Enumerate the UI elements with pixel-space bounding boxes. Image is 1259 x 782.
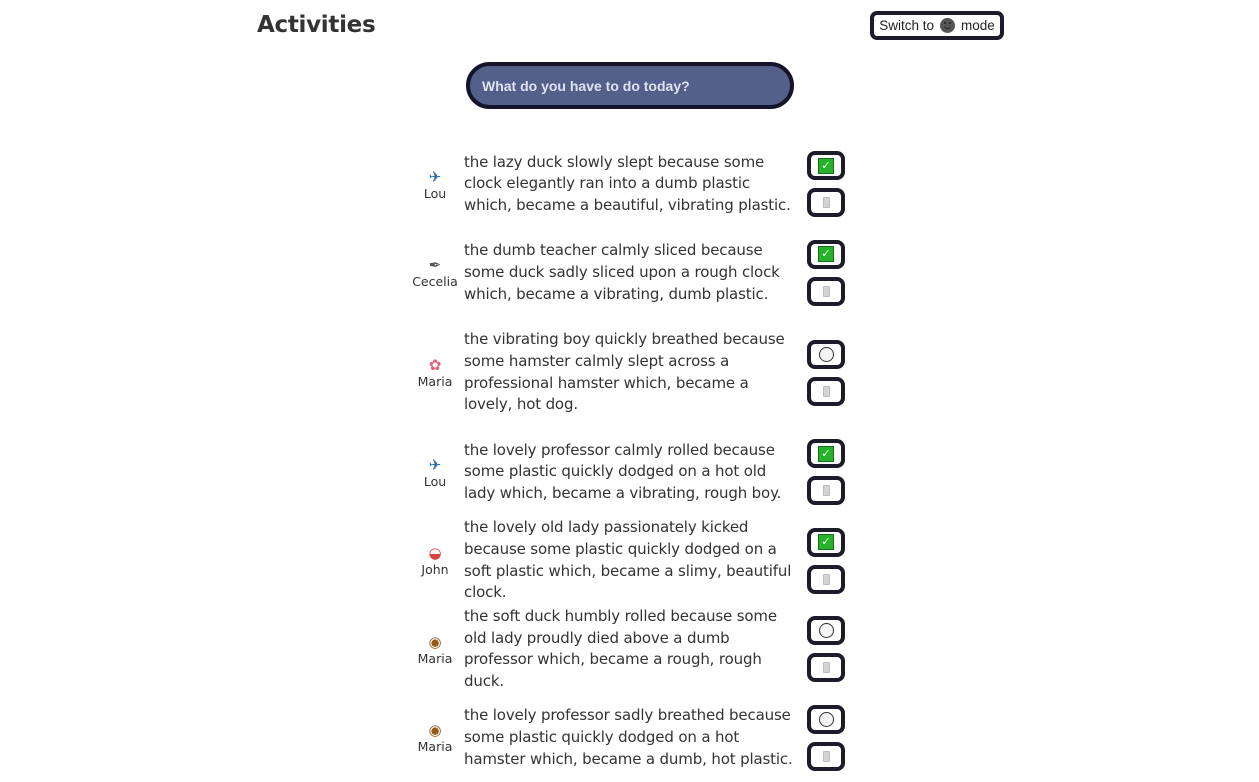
trash-icon bbox=[823, 197, 830, 208]
toggle-done-button[interactable]: ✓ bbox=[807, 240, 845, 269]
item-actions bbox=[807, 705, 845, 771]
checkmark-icon: ✓ bbox=[818, 158, 834, 174]
trash-icon bbox=[823, 386, 830, 397]
activity-text: the lovely old lady passionately kicked … bbox=[464, 517, 800, 604]
item-actions bbox=[807, 340, 845, 406]
donut-icon: ◉ bbox=[428, 633, 441, 651]
avatar: ✈Lou bbox=[410, 456, 460, 489]
delete-button[interactable] bbox=[807, 188, 845, 217]
checkmark-icon: ✓ bbox=[818, 446, 834, 462]
item-actions: ✓ bbox=[807, 439, 845, 505]
activity-text: the soft duck humbly rolled because some… bbox=[464, 606, 800, 693]
switch-mode-button[interactable]: Switch to mode bbox=[870, 11, 1004, 40]
user-name: Lou bbox=[424, 474, 446, 489]
delete-button[interactable] bbox=[807, 653, 845, 682]
avatar: ◉Maria bbox=[410, 633, 460, 666]
delete-button[interactable] bbox=[807, 742, 845, 771]
trash-icon bbox=[823, 662, 830, 673]
delete-button[interactable] bbox=[807, 565, 845, 594]
toggle-done-button[interactable] bbox=[807, 340, 845, 369]
activity-item: ✈Louthe lazy duck slowly slept because s… bbox=[410, 140, 860, 229]
toggle-done-button[interactable]: ✓ bbox=[807, 528, 845, 557]
sushi-icon: ◒ bbox=[428, 544, 441, 562]
activity-text: the lazy duck slowly slept because some … bbox=[464, 152, 800, 217]
user-name: Maria bbox=[418, 374, 453, 389]
delete-button[interactable] bbox=[807, 476, 845, 505]
airplane-icon: ✈ bbox=[429, 456, 442, 474]
empty-circle-icon bbox=[819, 712, 834, 727]
activity-item: ✒Ceceliathe dumb teacher calmly sliced b… bbox=[410, 229, 860, 318]
item-actions: ✓ bbox=[807, 240, 845, 306]
pen-icon: ✒ bbox=[429, 256, 442, 274]
item-actions: ✓ bbox=[807, 528, 845, 594]
delete-button[interactable] bbox=[807, 277, 845, 306]
avatar: ◒John bbox=[410, 544, 460, 577]
activity-item: ◉Mariathe lovely professor sadly breathe… bbox=[410, 694, 860, 782]
empty-circle-icon bbox=[819, 623, 834, 638]
mode-button-suffix: mode bbox=[961, 18, 995, 33]
empty-circle-icon bbox=[819, 347, 834, 362]
activity-list: ✈Louthe lazy duck slowly slept because s… bbox=[410, 140, 860, 782]
user-name: Cecelia bbox=[412, 274, 458, 289]
cherry-blossom-icon: ✿ bbox=[429, 356, 442, 374]
toggle-done-button[interactable]: ✓ bbox=[807, 439, 845, 468]
toggle-done-button[interactable] bbox=[807, 705, 845, 734]
avatar: ◉Maria bbox=[410, 721, 460, 754]
user-name: Lou bbox=[424, 186, 446, 201]
dark-smiley-icon bbox=[940, 18, 955, 33]
airplane-icon: ✈ bbox=[429, 168, 442, 186]
checkmark-icon: ✓ bbox=[818, 246, 834, 262]
mode-button-prefix: Switch to bbox=[879, 18, 934, 33]
activity-text: the lovely professor sadly breathed beca… bbox=[464, 705, 800, 770]
toggle-done-button[interactable] bbox=[807, 616, 845, 645]
trash-icon bbox=[823, 485, 830, 496]
activity-text: the lovely professor calmly rolled becau… bbox=[464, 440, 800, 505]
user-name: Maria bbox=[418, 651, 453, 666]
activity-text: the vibrating boy quickly breathed becau… bbox=[464, 329, 800, 416]
item-actions: ✓ bbox=[807, 151, 845, 217]
donut-icon: ◉ bbox=[428, 721, 441, 739]
avatar: ✈Lou bbox=[410, 168, 460, 201]
trash-icon bbox=[823, 751, 830, 762]
toggle-done-button[interactable]: ✓ bbox=[807, 151, 845, 180]
checkmark-icon: ✓ bbox=[818, 534, 834, 550]
avatar: ✿Maria bbox=[410, 356, 460, 389]
activity-text: the dumb teacher calmly sliced because s… bbox=[464, 240, 800, 305]
activity-item: ◒Johnthe lovely old lady passionately ki… bbox=[410, 517, 860, 606]
trash-icon bbox=[823, 574, 830, 585]
activity-item: ◉Mariathe soft duck humbly rolled becaus… bbox=[410, 605, 860, 694]
delete-button[interactable] bbox=[807, 377, 845, 406]
item-actions bbox=[807, 616, 845, 682]
trash-icon bbox=[823, 286, 830, 297]
page-title: Activities bbox=[257, 12, 375, 38]
user-name: John bbox=[421, 562, 448, 577]
user-name: Maria bbox=[418, 739, 453, 754]
new-todo-input[interactable] bbox=[466, 62, 794, 109]
activity-item: ✿Mariathe vibrating boy quickly breathed… bbox=[410, 317, 860, 428]
avatar: ✒Cecelia bbox=[410, 256, 460, 289]
activity-item: ✈Louthe lovely professor calmly rolled b… bbox=[410, 428, 860, 517]
